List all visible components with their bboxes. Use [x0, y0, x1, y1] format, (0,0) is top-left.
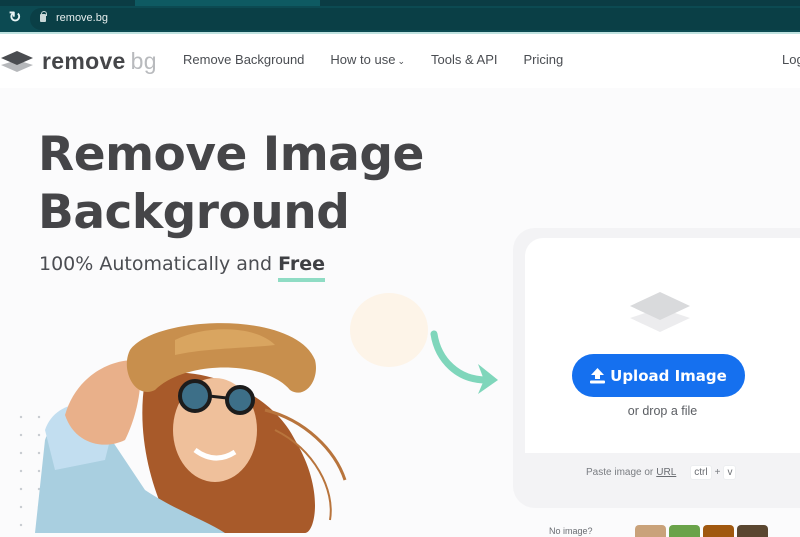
paste-hint: Paste image or URL ctrl + v [586, 465, 737, 480]
hero-title-line-1: Remove Image [38, 127, 424, 182]
hero-title: Remove Image Background [38, 126, 424, 242]
shortcut-key-ctrl: ctrl [690, 465, 712, 480]
sample-thumbnail[interactable] [669, 525, 700, 537]
nav-how-to-use[interactable]: How to use ⌄ [330, 52, 405, 67]
nav-tools-api[interactable]: Tools & API [431, 52, 497, 67]
sample-thumbnail[interactable] [737, 525, 768, 537]
address-bar[interactable]: remove.bg [30, 8, 800, 30]
reload-icon[interactable]: ↻ [7, 10, 23, 26]
hero-subtitle: 100% Automatically and Free [39, 253, 325, 275]
sample-images [635, 525, 768, 537]
hero-woman-photo [35, 323, 347, 533]
sample-thumbnail[interactable] [703, 525, 734, 537]
logo[interactable]: remove bg [0, 48, 157, 74]
lock-icon [40, 11, 47, 22]
address-url[interactable]: remove.bg [56, 12, 108, 24]
drop-file-text: or drop a file [627, 404, 698, 418]
upload-icon [590, 367, 606, 383]
logo-layers-icon [1, 51, 33, 72]
nav-remove-background[interactable]: Remove Background [183, 52, 304, 67]
sample-thumbnail[interactable] [635, 525, 666, 537]
nav-links: Remove Background How to use ⌄ Tools & AP… [183, 52, 589, 67]
browser-toolbar: ↻ remove.bg [0, 6, 800, 32]
chevron-down-icon: ⌄ [397, 56, 405, 66]
hero-title-line-2: Background [38, 185, 350, 240]
shortcut-key-v: v [723, 465, 737, 480]
login-link[interactable]: Log [782, 52, 800, 67]
image-placeholder-icon [630, 292, 690, 332]
no-image-label: No image? [549, 526, 593, 536]
site-header: remove bg Remove Background How to use ⌄ T… [0, 34, 800, 88]
free-highlight: Free [278, 253, 325, 275]
nav-pricing[interactable]: Pricing [523, 52, 563, 67]
paste-url-link[interactable]: URL [656, 467, 676, 478]
logo-text: remove bg [42, 47, 157, 74]
upload-card[interactable] [525, 238, 800, 453]
upload-image-button[interactable]: Upload Image [572, 354, 745, 397]
curved-arrow-icon [430, 330, 498, 394]
